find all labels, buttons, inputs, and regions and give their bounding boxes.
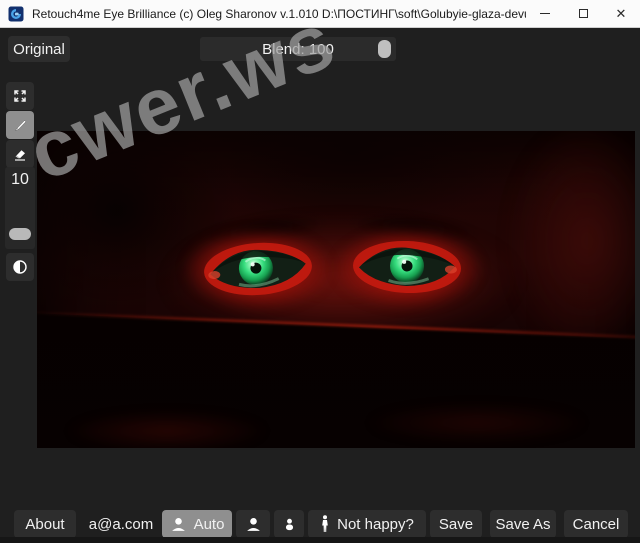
email-link[interactable]: a@a.com: [84, 510, 158, 538]
save-button[interactable]: Save: [430, 510, 482, 538]
photo-shading: [187, 131, 517, 231]
contrast-icon: [12, 259, 28, 275]
close-icon: ✕: [616, 6, 627, 22]
minimize-button[interactable]: [526, 0, 564, 27]
eraser-tool-button[interactable]: [6, 140, 34, 168]
blend-slider-handle[interactable]: [378, 40, 391, 58]
photo-eye-left: [200, 235, 316, 303]
brush-size-value: 10: [5, 171, 35, 189]
close-button[interactable]: ✕: [602, 0, 640, 27]
maximize-button[interactable]: [564, 0, 602, 27]
window-controls: ✕: [526, 0, 640, 27]
app-logo-icon: [8, 6, 24, 22]
window-bottom-edge: [0, 537, 640, 543]
expand-arrows-icon: [12, 88, 28, 104]
minimize-icon: [540, 13, 550, 14]
blend-slider-label: Blend: 100: [262, 41, 334, 58]
original-button-label: Original: [13, 41, 65, 58]
maximize-icon: [579, 9, 588, 18]
cancel-button[interactable]: Cancel: [564, 510, 628, 538]
save-button-label: Save: [439, 516, 473, 533]
brush-size-slider-handle[interactable]: [9, 228, 31, 240]
app-window: Retouch4me Eye Brilliance (c) Oleg Sharo…: [0, 0, 640, 543]
not-happy-button[interactable]: Not happy?: [308, 510, 426, 538]
person-bust-icon: [170, 516, 187, 533]
photo-canvas[interactable]: [37, 131, 635, 448]
original-button[interactable]: Original: [8, 36, 70, 62]
about-button[interactable]: About: [14, 510, 76, 538]
cancel-button-label: Cancel: [573, 516, 620, 533]
person-small-mode-button[interactable]: [274, 510, 304, 538]
photo-ledge: [37, 131, 635, 448]
photo-eye-right: [350, 235, 464, 299]
bottom-toolbar: About a@a.com Auto: [0, 508, 640, 540]
window-title: Retouch4me Eye Brilliance (c) Oleg Sharo…: [32, 7, 526, 21]
brush-size-panel[interactable]: 10: [5, 167, 35, 249]
email-label: a@a.com: [89, 516, 153, 533]
brush-icon: [12, 117, 28, 133]
photo-shading: [507, 131, 635, 361]
blend-slider[interactable]: Blend: 100: [200, 37, 396, 61]
eraser-icon: [12, 146, 28, 162]
person-standing-icon: [320, 515, 330, 533]
save-as-button-label: Save As: [495, 516, 550, 533]
person-mode-button[interactable]: [236, 510, 270, 538]
not-happy-button-label: Not happy?: [337, 516, 414, 533]
contrast-view-button[interactable]: [6, 253, 34, 281]
person-small-icon: [282, 517, 297, 532]
auto-button-label: Auto: [194, 516, 225, 533]
save-as-button[interactable]: Save As: [490, 510, 556, 538]
about-button-label: About: [25, 516, 64, 533]
person-bust-icon: [245, 516, 262, 533]
fit-view-button[interactable]: [6, 82, 34, 110]
titlebar: Retouch4me Eye Brilliance (c) Oleg Sharo…: [0, 0, 640, 28]
brush-tool-button[interactable]: [6, 111, 34, 139]
auto-mode-button[interactable]: Auto: [162, 510, 232, 538]
